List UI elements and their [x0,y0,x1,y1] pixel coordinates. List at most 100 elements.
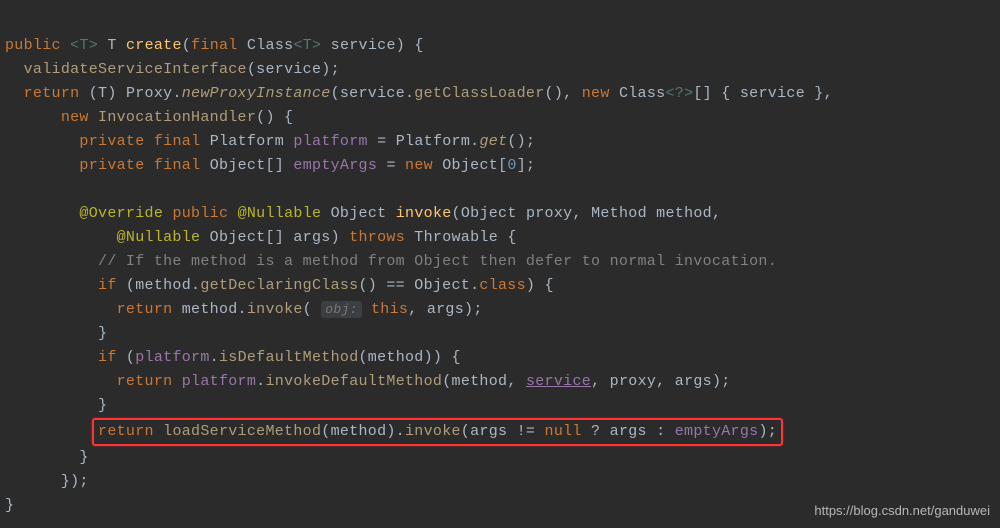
code-line-10: if (method.getDeclaringClass() == Object… [5,277,554,294]
punct-semi: ); [321,61,340,78]
param-service: service [331,37,396,54]
keyword-new: new [61,109,89,126]
field-platform: platform [182,373,256,390]
dot: . [210,349,219,366]
field-emptyArgs: emptyArgs [293,157,377,174]
text: () == Object. [358,277,479,294]
text: ( [303,301,322,318]
text: (method). [321,423,405,440]
keyword-private: private [79,133,144,150]
code-line-8: @Nullable Object[] args) throws Throwabl… [5,229,517,246]
text: = [377,157,405,174]
brace-close: } [98,325,107,342]
keyword-class: class [479,277,526,294]
punct: () { [256,109,293,126]
param-hint-obj: obj: [321,301,361,318]
call-validateServiceInterface: validateServiceInterface [24,61,247,78]
text: (method, [442,373,526,390]
text: (service. [331,85,415,102]
annotation-nullable: @Nullable [238,205,322,222]
code-line-11: return method.invoke( obj: this, args); [5,301,483,318]
params: Object[] args) [210,229,350,246]
code-line-3: return (T) Proxy.newProxyInstance(servic… [5,85,833,102]
keyword-new: new [405,157,433,174]
brace-close: } [98,397,107,414]
brace-close: } [5,497,14,514]
call-getDeclaringClass: getDeclaringClass [200,277,358,294]
keyword-final: final [154,133,201,150]
text: ? args : [582,423,675,440]
type-T: T [107,37,116,54]
text: , proxy, args); [591,373,731,390]
keyword-return: return [98,423,154,440]
type-Throwable: Throwable { [405,229,517,246]
comment-line: // If the method is a method from Object… [98,253,777,270]
keyword-new: new [582,85,610,102]
call-isDefaultMethod: isDefaultMethod [219,349,359,366]
cast-expr: (T) Proxy. [89,85,182,102]
punct: (); [507,133,535,150]
call-invoke: invoke [247,301,303,318]
number-zero: 0 [507,157,516,174]
call-newProxyInstance: newProxyInstance [182,85,331,102]
arg-service: service [256,61,321,78]
keyword-throws: throws [349,229,405,246]
punct: ) { [526,277,554,294]
code-line-18: }); [5,473,89,490]
keyword-public: public [5,37,61,54]
code-line-7: @Override public @Nullable Object invoke… [5,205,721,222]
text: method. [172,301,246,318]
code-line-2: validateServiceInterface(service); [5,61,340,78]
keyword-return: return [117,373,173,390]
type-Object: Object [331,205,387,222]
params: (Object proxy, Method method, [452,205,722,222]
code-line-4: new InvocationHandler() { [5,109,293,126]
type-Object: Object[ [433,157,507,174]
var-service: service [526,373,591,390]
keyword-public: public [172,205,228,222]
punct-end: }); [61,473,89,490]
code-line-14: return platform.invokeDefaultMethod(meth… [5,373,731,390]
code-line-9: // If the method is a method from Object… [5,253,777,270]
code-line-17: } [5,449,89,466]
punct: ]; [517,157,536,174]
keyword-this: this [371,301,408,318]
field-emptyArgs: emptyArgs [675,423,759,440]
code-line-12: } [5,325,107,342]
call-loadServiceMethod: loadServiceMethod [163,423,321,440]
field-platform: platform [135,349,209,366]
text: = Platform. [368,133,480,150]
code-line-19: } [5,497,14,514]
field-platform: platform [293,133,367,150]
code-line-13: if (platform.isDefaultMethod(method)) { [5,349,461,366]
text: (args != [461,423,545,440]
keyword-return: return [24,85,80,102]
keyword-private: private [79,157,144,174]
code-line-1: public <T> T create(final Class<T> servi… [5,37,424,54]
generic-T2: <T> [293,37,321,54]
code-line-16-highlighted: return loadServiceMethod(method).invoke(… [5,423,783,440]
method-invoke: invoke [396,205,452,222]
text: ); [758,423,777,440]
highlight-box: return loadServiceMethod(method).invoke(… [92,418,783,446]
watermark-text: https://blog.csdn.net/ganduwei [814,501,990,522]
type-class: Class [247,37,294,54]
call-get: get [479,133,507,150]
text: [] { service }, [693,85,833,102]
keyword-if: if [98,349,117,366]
generic-T: <T> [70,37,98,54]
call-invokeDefaultMethod: invokeDefaultMethod [265,373,442,390]
code-line-6: private final Object[] emptyArgs = new O… [5,157,535,174]
text: (), [545,85,582,102]
text: ( [117,349,136,366]
keyword-return: return [117,301,173,318]
type-Platform: Platform [210,133,284,150]
call-invoke: invoke [405,423,461,440]
code-editor: public <T> T create(final Class<T> servi… [5,10,995,518]
punct: ) { [396,37,424,54]
method-create: create [126,37,182,54]
type-InvocationHandler: InvocationHandler [98,109,256,126]
call-getClassLoader: getClassLoader [414,85,544,102]
text: , args); [408,301,482,318]
keyword-if: if [98,277,117,294]
